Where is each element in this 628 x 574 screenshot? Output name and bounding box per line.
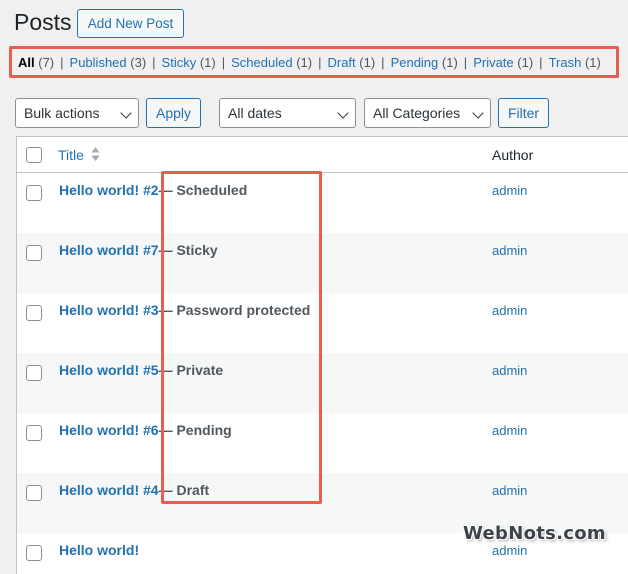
post-title: Hello world! #4— Draft — [59, 482, 209, 498]
post-title-link[interactable]: Hello world! #4 — [59, 482, 159, 498]
author-link[interactable]: admin — [492, 483, 527, 498]
separator: | — [381, 54, 385, 70]
post-state: — Password protected — [158, 302, 311, 318]
author-link[interactable]: admin — [492, 183, 527, 198]
sort-icon[interactable] — [91, 146, 100, 162]
post-title: Hello world! #2— Scheduled — [59, 182, 247, 198]
category-filter-value: All Categories — [373, 105, 461, 121]
watermark: WebNots.com — [463, 523, 606, 544]
author-link[interactable]: admin — [492, 363, 527, 378]
table-row: Hello world! #3— Password protected admi… — [17, 293, 628, 353]
row-checkbox[interactable] — [26, 185, 42, 201]
view-published-count: (3) — [130, 54, 147, 70]
separator: | — [539, 54, 543, 70]
sort-by-title-link[interactable]: Title — [58, 147, 84, 163]
row-checkbox[interactable] — [26, 365, 42, 381]
author-link[interactable]: admin — [492, 303, 527, 318]
view-private[interactable]: Private (1) — [473, 55, 533, 70]
post-title: Hello world! #6— Pending — [59, 422, 232, 438]
post-state: — Private — [158, 362, 224, 378]
table-row: Hello world! #2— Scheduled admin — [17, 173, 628, 233]
author-column-header: Author — [492, 147, 534, 163]
post-title-link[interactable]: Hello world! #5 — [59, 362, 159, 378]
separator: | — [318, 54, 322, 70]
view-all[interactable]: All (7) — [18, 55, 54, 70]
view-pending-link[interactable]: Pending — [391, 55, 439, 70]
row-checkbox[interactable] — [26, 245, 42, 261]
posts-table: Title Author Hello world! #2— Scheduled … — [16, 136, 628, 574]
post-title: Hello world! #3— Password protected — [59, 302, 310, 318]
view-published-link[interactable]: Published — [70, 55, 127, 70]
view-published[interactable]: Published (3) — [70, 55, 147, 70]
post-title-link[interactable]: Hello world! #2 — [59, 182, 159, 198]
post-state: — Draft — [158, 482, 210, 498]
apply-button[interactable]: Apply — [146, 98, 201, 128]
view-draft[interactable]: Draft (1) — [327, 55, 375, 70]
category-filter-select[interactable]: All Categories — [364, 98, 491, 128]
bulk-actions-value: Bulk actions — [24, 105, 100, 121]
view-sticky-count: (1) — [199, 54, 216, 70]
view-trash[interactable]: Trash (1) — [549, 55, 601, 70]
row-checkbox[interactable] — [26, 545, 42, 561]
view-scheduled-count: (1) — [296, 54, 313, 70]
post-state: — Sticky — [158, 242, 218, 258]
separator: | — [152, 54, 156, 70]
chevron-down-icon — [120, 107, 132, 119]
separator: | — [463, 54, 468, 70]
author-link[interactable]: admin — [492, 243, 527, 258]
view-trash-link[interactable]: Trash — [549, 55, 582, 70]
post-title-link[interactable]: Hello world! #7 — [59, 242, 159, 258]
select-all-checkbox[interactable] — [26, 147, 42, 163]
author-link[interactable]: admin — [492, 423, 527, 438]
post-title: Hello world! #5— Private — [59, 362, 223, 378]
post-state: — Scheduled — [158, 182, 248, 198]
post-title-link[interactable]: Hello world! #6 — [59, 422, 159, 438]
post-title-link[interactable]: Hello world! #3 — [59, 302, 159, 318]
view-trash-count: (1) — [584, 54, 601, 70]
chevron-down-icon — [472, 107, 484, 119]
view-private-link[interactable]: Private — [473, 55, 513, 70]
table-row: Hello world! #6— Pending admin — [17, 413, 628, 473]
post-title: Hello world! #7— Sticky — [59, 242, 218, 258]
table-header: Title Author — [17, 137, 628, 173]
table-row: Hello world! #5— Private admin — [17, 353, 628, 413]
view-private-count: (1) — [517, 54, 534, 70]
row-checkbox[interactable] — [26, 485, 42, 501]
separator: | — [221, 54, 226, 70]
view-draft-link[interactable]: Draft — [327, 55, 355, 70]
post-status-filter-links: All (7) | Published (3) | Sticky (1) | S… — [9, 46, 619, 78]
post-state: — Pending — [158, 422, 232, 438]
date-filter-value: All dates — [228, 105, 282, 121]
view-all-count: (7) — [38, 54, 55, 70]
row-checkbox[interactable] — [26, 425, 42, 441]
table-row: Hello world! #7— Sticky admin — [17, 233, 628, 293]
view-sticky-link[interactable]: Sticky — [162, 55, 197, 70]
bulk-actions-select[interactable]: Bulk actions — [15, 98, 139, 128]
view-pending[interactable]: Pending (1) — [391, 55, 458, 70]
view-sticky[interactable]: Sticky (1) — [162, 55, 216, 70]
post-title-link[interactable]: Hello world! — [59, 542, 139, 558]
page-title: Posts — [14, 9, 72, 35]
view-all-link[interactable]: All — [18, 55, 35, 70]
view-scheduled-link[interactable]: Scheduled — [231, 55, 292, 70]
date-filter-select[interactable]: All dates — [219, 98, 356, 128]
post-title: Hello world! — [59, 542, 139, 558]
separator: | — [60, 54, 64, 70]
view-scheduled[interactable]: Scheduled (1) — [231, 55, 312, 70]
author-link[interactable]: admin — [492, 543, 527, 558]
view-pending-count: (1) — [441, 54, 458, 70]
filter-button[interactable]: Filter — [498, 98, 549, 128]
add-new-post-button[interactable]: Add New Post — [77, 9, 184, 38]
view-draft-count: (1) — [359, 54, 376, 70]
chevron-down-icon — [337, 107, 349, 119]
row-checkbox[interactable] — [26, 305, 42, 321]
